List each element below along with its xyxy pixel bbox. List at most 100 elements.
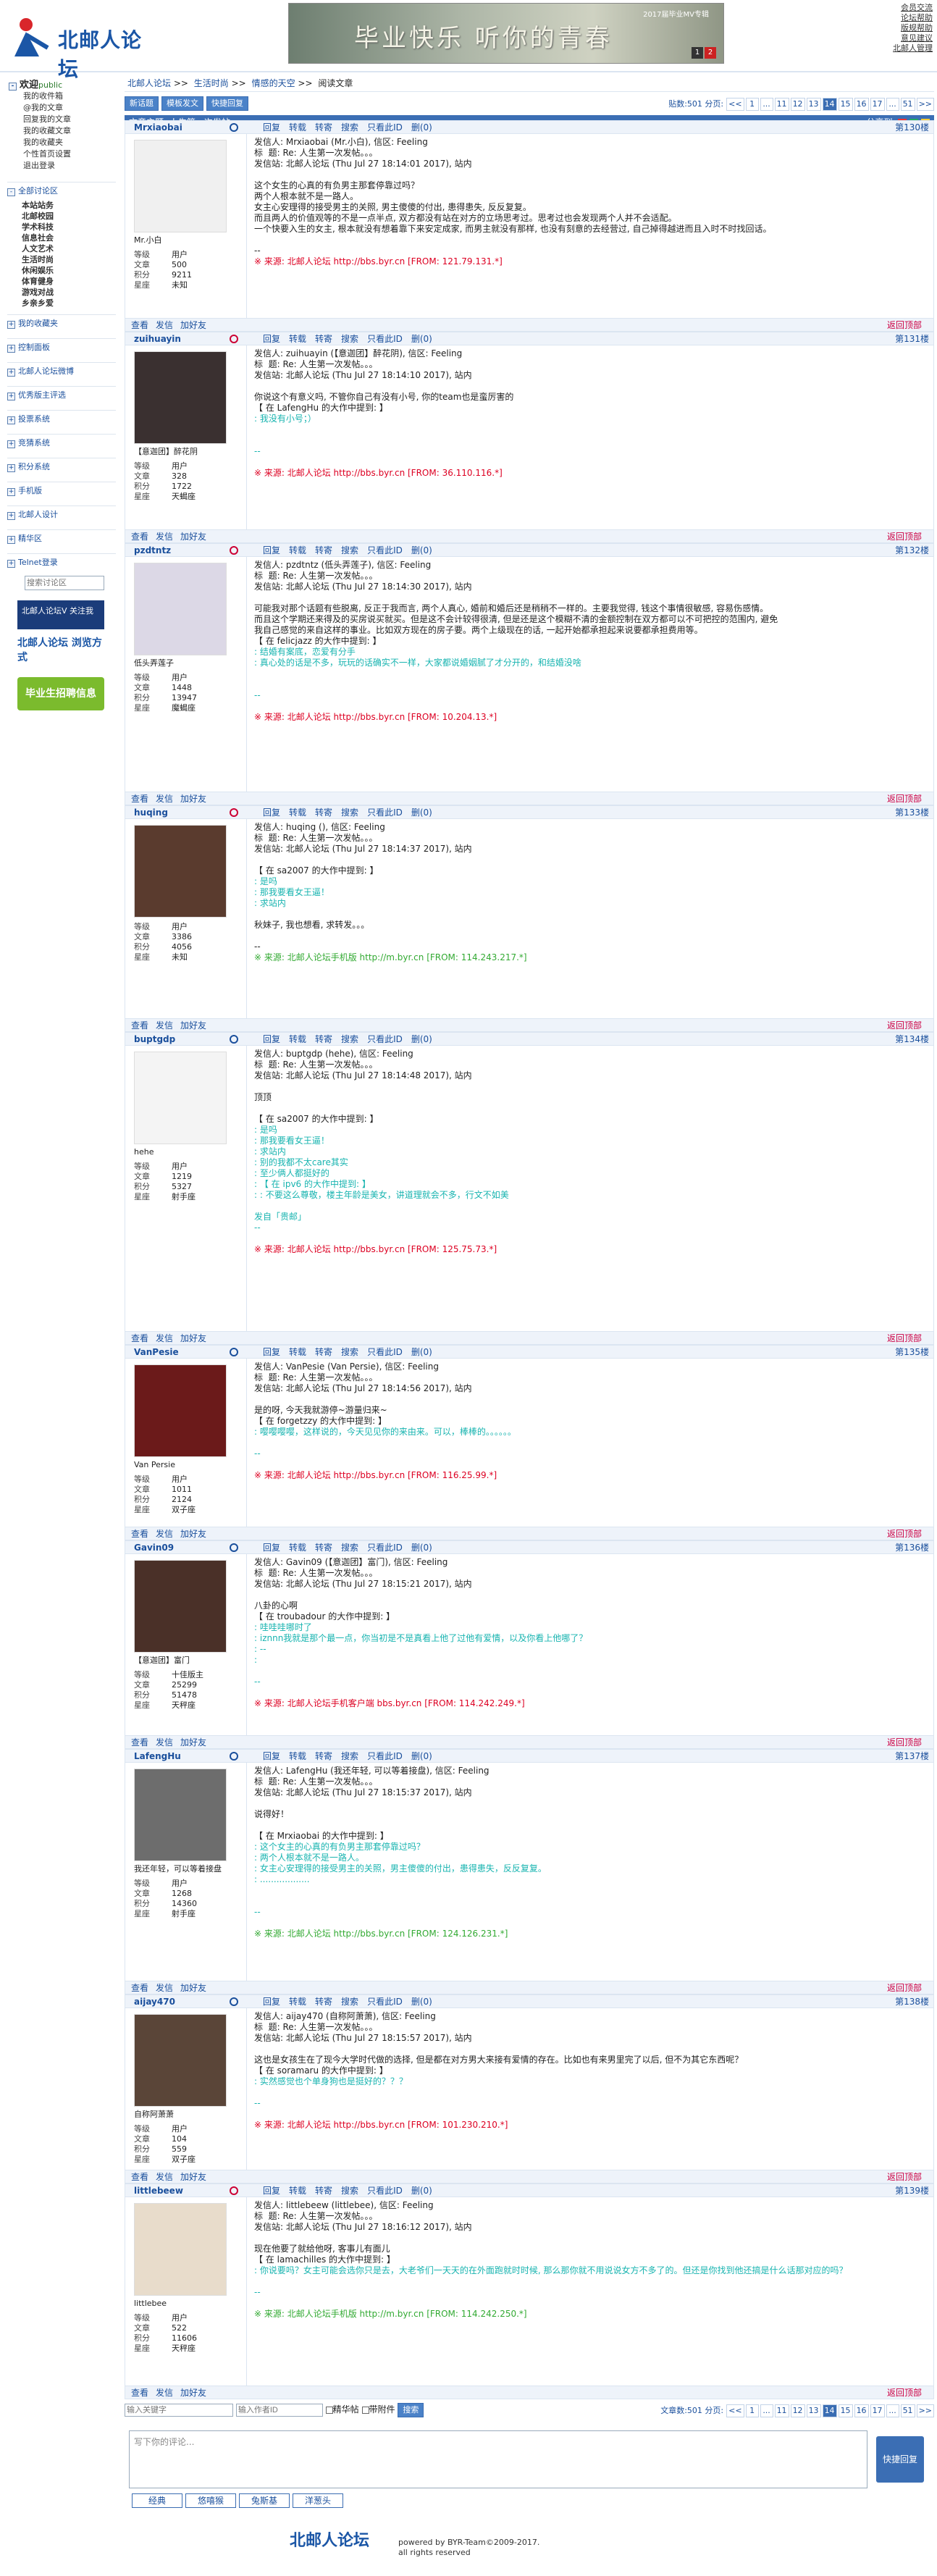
action-4[interactable]: 只看此ID [367,807,403,818]
page-link[interactable]: 15 [838,2404,853,2417]
action-2[interactable]: 转寄 [315,1034,332,1044]
job-ad[interactable]: 毕业生招聘信息 [17,677,104,710]
back-to-top[interactable]: 返回顶部 [887,2170,922,2183]
template-post-button[interactable]: 模板发文 [161,96,203,111]
page-link[interactable]: << [726,2404,744,2417]
sidebar-item-design[interactable]: + 北邮人设计 [7,505,116,524]
action-0[interactable]: 回复 [263,1034,280,1044]
board-item[interactable]: 乡亲乡爱 [22,298,120,309]
footer-action-0[interactable]: 查看 [131,532,148,542]
post-username[interactable]: buptgdp [134,1033,175,1046]
action-5[interactable]: 删(0) [411,1347,432,1357]
action-1[interactable]: 转载 [289,807,306,818]
page-link[interactable]: 1 [745,98,759,111]
back-to-top[interactable]: 返回顶部 [887,1981,922,1994]
footer-action-2[interactable]: 加好友 [180,1333,206,1343]
sidebar-item-all[interactable]: - 全部讨论区 [7,182,116,200]
page-link[interactable]: 51 [900,2404,915,2417]
action-4[interactable]: 只看此ID [367,1347,403,1357]
post-username[interactable]: pzdtntz [134,544,171,557]
sidebar-item-control[interactable]: + 控制面板 [7,338,116,356]
footer-action-1[interactable]: 发信 [156,2172,173,2182]
emoticon-tab[interactable]: 悠嘻猴 [185,2493,236,2508]
action-0[interactable]: 回复 [263,1543,280,1553]
user-link-at[interactable]: @我的文章 [23,102,120,114]
emoticon-tab[interactable]: 洋葱头 [293,2493,343,2508]
page-link[interactable]: ... [760,98,773,111]
weibo-ad[interactable]: 北邮人论坛V 关注我 [17,600,104,629]
footer-action-2[interactable]: 加好友 [180,532,206,542]
action-3[interactable]: 搜索 [341,1347,358,1357]
action-3[interactable]: 搜索 [341,1543,358,1553]
toplink-feedback[interactable]: 意见建议 [893,33,933,43]
footer-action-0[interactable]: 查看 [131,1983,148,1993]
back-to-top[interactable]: 返回顶部 [887,1736,922,1749]
action-3[interactable]: 搜索 [341,545,358,555]
toplink-admin[interactable]: 北邮人管理 [893,43,933,54]
action-5[interactable]: 删(0) [411,122,432,133]
page-link[interactable]: ... [760,2404,773,2417]
footer-action-0[interactable]: 查看 [131,1737,148,1748]
sidebar-item-favorites[interactable]: + 我的收藏夹 [7,314,116,332]
footer-action-0[interactable]: 查看 [131,794,148,804]
action-2[interactable]: 转寄 [315,1543,332,1553]
footer-action-0[interactable]: 查看 [131,320,148,330]
action-1[interactable]: 转载 [289,334,306,344]
back-to-top[interactable]: 返回顶部 [887,792,922,805]
sidebar-item-mobile[interactable]: + 手机版 [7,482,116,500]
page-link[interactable]: 14 [822,98,837,111]
action-5[interactable]: 删(0) [411,1997,432,2007]
action-1[interactable]: 转载 [289,1034,306,1044]
action-1[interactable]: 转载 [289,1347,306,1357]
footer-action-1[interactable]: 发信 [156,1333,173,1343]
post-username[interactable]: Gavin09 [134,1541,174,1554]
reply-textarea[interactable]: 写下你的评论... [129,2430,867,2488]
action-0[interactable]: 回复 [263,1997,280,2007]
post-username[interactable]: Mrxiaobai [134,121,182,134]
action-3[interactable]: 搜索 [341,807,358,818]
action-2[interactable]: 转寄 [315,1997,332,2007]
footer-action-1[interactable]: 发信 [156,794,173,804]
user-link-logout[interactable]: 退出登录 [23,160,120,172]
footer-action-0[interactable]: 查看 [131,1529,148,1539]
avatar[interactable] [134,1769,227,1861]
user-link-inbox[interactable]: 我的收件箱 [23,91,120,102]
sidebar-item-points[interactable]: + 积分系统 [7,458,116,476]
browse-ad[interactable]: 北邮人论坛 浏览方式 [17,635,103,673]
avatar[interactable] [134,351,227,444]
footer-action-0[interactable]: 查看 [131,2388,148,2398]
banner-page-2[interactable]: 2 [705,47,716,59]
quick-reply-button[interactable]: 快捷回复 [206,96,248,111]
back-to-top[interactable]: 返回顶部 [887,319,922,332]
footer-action-1[interactable]: 发信 [156,1529,173,1539]
footer-action-2[interactable]: 加好友 [180,1737,206,1748]
action-1[interactable]: 转载 [289,1751,306,1761]
sidebar-item-moderator-vote[interactable]: + 优秀版主评选 [7,386,116,404]
digest-checkbox[interactable] [325,2406,333,2414]
page-link[interactable]: ... [886,98,899,111]
avatar[interactable] [134,825,227,918]
user-link-collection[interactable]: 我的收藏夹 [23,137,120,148]
site-logo[interactable]: 北邮人论坛 [7,14,152,81]
action-1[interactable]: 转载 [289,2186,306,2196]
page-link[interactable]: 17 [870,98,885,111]
board-search-input[interactable] [25,576,104,590]
page-link[interactable]: ... [886,2404,899,2417]
page-link[interactable]: << [726,98,744,111]
action-0[interactable]: 回复 [263,1751,280,1761]
board-item[interactable]: 生活时尚 [22,254,120,265]
board-item[interactable]: 休闲娱乐 [22,265,120,276]
action-0[interactable]: 回复 [263,545,280,555]
page-link[interactable]: 17 [870,2404,885,2417]
page-link[interactable]: 16 [854,2404,869,2417]
emoticon-tab[interactable]: 经典 [132,2493,182,2508]
action-2[interactable]: 转寄 [315,1347,332,1357]
sidebar-item-vote[interactable]: + 投票系统 [7,410,116,428]
avatar[interactable] [134,140,227,232]
attachment-checkbox[interactable] [361,2406,369,2414]
back-to-top[interactable]: 返回顶部 [887,1527,922,1540]
footer-action-0[interactable]: 查看 [131,1333,148,1343]
action-3[interactable]: 搜索 [341,2186,358,2196]
action-2[interactable]: 转寄 [315,334,332,344]
footer-action-2[interactable]: 加好友 [180,1020,206,1031]
